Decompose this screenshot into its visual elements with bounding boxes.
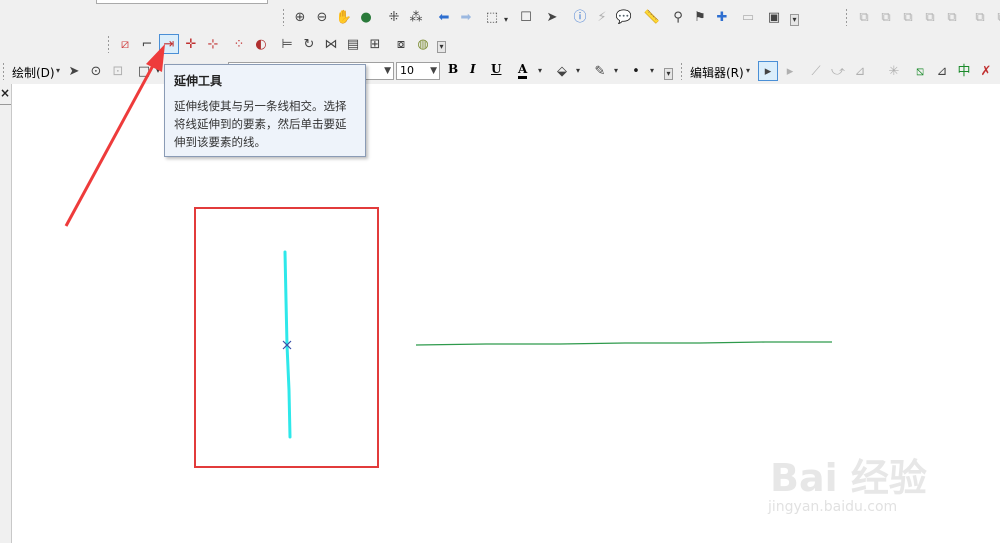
find-route-icon[interactable]: ⚑ [690, 7, 710, 27]
extend-tool-tooltip: 延伸工具 延伸线使其与另一条线相交。选择将线延伸到的要素，然后单击要延伸到该要素… [164, 64, 366, 157]
edit-tool-icon[interactable]: ▸ [758, 61, 778, 81]
fixed-zoom-in-icon[interactable]: ⁜ [384, 7, 404, 27]
trim-tool-icon[interactable]: ✛ [181, 34, 201, 54]
create-viewer-icon[interactable]: ▣ [764, 7, 784, 27]
clear-selection-icon[interactable]: ☐ [516, 7, 536, 27]
select-elements-icon[interactable]: ➤ [542, 7, 562, 27]
underline-button[interactable]: U [491, 62, 501, 76]
trace-icon[interactable]: ⊿ [850, 61, 870, 81]
back-arrow-icon[interactable]: ⬅ [434, 7, 454, 27]
fillet-icon[interactable]: ⌐ [137, 34, 157, 54]
watermark-url: jingyan.baidu.com [768, 499, 898, 515]
toolbar-grip[interactable] [282, 8, 285, 26]
draw-menu-dropdown[interactable]: ▾ [56, 66, 60, 75]
advanced-editing-toolbar: ⧄ ⌐ ⇥ ✛ ⊹ ⁘ ◐ ⊨ ↻ ⋈ ▤ ⊞ ⧇ ◍ ▾ [105, 31, 465, 57]
explode-icon[interactable]: ⁘ [229, 34, 249, 54]
fixed-zoom-out-icon[interactable]: ⁂ [406, 7, 426, 27]
panel-divider [0, 104, 11, 105]
toolbar-overflow[interactable]: ▾ [437, 41, 446, 53]
replace-geometry-icon[interactable]: ▤ [343, 34, 363, 54]
watermark-logo-text: Bai 经验 [770, 456, 927, 500]
generalize-icon[interactable]: ◐ [251, 34, 271, 54]
html-popup-icon[interactable]: 💬 [614, 7, 634, 27]
draw-toolbar: 绘制(D) ▾ ➤ ⊙ ⊡ □ ▾ ▼ 10 ▼ B I U A ▾ ⬙ ▾ ✎… [0, 58, 1000, 84]
disabled-tool-icon: ⧉ [992, 7, 1000, 27]
pan-hand-icon[interactable]: ✋ [334, 7, 354, 27]
forward-arrow-icon[interactable]: ➡ [456, 7, 476, 27]
toolbar-grip[interactable] [107, 35, 110, 53]
disabled-tool-icon: ⧉ [947, 9, 957, 25]
toolbar-overflow[interactable]: ▾ [664, 68, 673, 80]
tooltip-body: 延伸线使其与另一条线相交。选择将线延伸到的要素，然后单击要延伸到该要素的线。 [174, 99, 347, 149]
font-color-dropdown[interactable]: ▾ [538, 66, 542, 75]
line-color-icon[interactable]: ✎ [590, 61, 610, 81]
zoom-to-selected-icon[interactable]: ⊡ [108, 61, 128, 81]
align-to-shape-icon[interactable]: ⋈ [321, 34, 341, 54]
hyperlink-icon[interactable]: ⚡ [592, 7, 612, 27]
copy-features-icon[interactable]: ⧄ [115, 34, 135, 54]
select-elements-icon[interactable]: ➤ [64, 61, 84, 81]
extend-tool-icon[interactable]: ⇥ [159, 34, 179, 54]
baidu-watermark: Bai 经验 jingyan.baidu.com [760, 435, 970, 525]
rectangle-dropdown[interactable]: ▾ [156, 66, 160, 75]
edit-vertices-icon[interactable]: ⧅ [910, 61, 930, 81]
table-of-contents-panel: × [0, 84, 12, 543]
tools-toolbar: ⊕ ⊖ ✋ ● ⁜ ⁂ ⬅ ➡ ⬚ ▾ ☐ ➤ ⓘ ⚡ 💬 📏 ⚲ ⚑ ✚ ▭ … [280, 4, 1000, 30]
select-features-icon[interactable]: ⬚ [482, 7, 502, 27]
close-icon[interactable]: × [0, 86, 10, 100]
toolbar-grip[interactable] [845, 8, 848, 26]
toolbar-area: ⊕ ⊖ ✋ ● ⁜ ⁂ ⬅ ➡ ⬚ ▾ ☐ ➤ ⓘ ⚡ 💬 📏 ⚲ ⚑ ✚ ▭ … [0, 0, 1000, 84]
measure-icon[interactable]: 📏 [642, 7, 662, 27]
construct-geodetic-icon[interactable]: ⊞ [365, 34, 385, 54]
editor-menu-dropdown[interactable]: ▾ [746, 66, 750, 75]
point-icon[interactable]: ✳ [884, 61, 904, 81]
construct-polygons-icon[interactable]: ⧇ [391, 34, 411, 54]
marker-color-icon[interactable]: • [626, 61, 646, 81]
edit-annotation-icon[interactable]: ▸ [780, 61, 800, 81]
time-slider-icon[interactable]: ▭ [738, 7, 758, 27]
disabled-tool-icon: ⧉ [903, 9, 913, 25]
chevron-down-icon: ▼ [430, 66, 437, 76]
bold-button[interactable]: B [448, 62, 458, 76]
disabled-tool-icon: ⧉ [881, 9, 891, 25]
smooth-icon[interactable]: ⊨ [277, 34, 297, 54]
top-combo-edge [96, 0, 268, 4]
font-color-button[interactable]: A [518, 62, 528, 79]
rotate-icon[interactable]: ↻ [299, 34, 319, 54]
font-size-combo[interactable]: 10 ▼ [396, 62, 440, 80]
disabled-tool-icon: ⧉ [925, 9, 935, 25]
straight-segment-icon[interactable]: ⟋ [806, 61, 826, 81]
tooltip-title: 延伸工具 [174, 74, 223, 88]
toolbar-grip[interactable] [2, 62, 5, 80]
full-extent-icon[interactable]: ● [356, 7, 376, 27]
binoculars-icon[interactable]: ⚲ [668, 7, 688, 27]
identify-icon[interactable]: ⓘ [570, 7, 590, 27]
toolbar-grip[interactable] [680, 62, 683, 80]
split-tool-icon[interactable]: ✗ [976, 61, 996, 81]
fill-color-icon[interactable]: ⬙ [552, 61, 572, 81]
fill-color-dropdown[interactable]: ▾ [576, 66, 580, 75]
font-size-value: 10 [400, 64, 414, 77]
line-intersection-icon[interactable]: ⊹ [203, 34, 223, 54]
split-polygons-icon[interactable]: ◍ [413, 34, 433, 54]
rotate-icon[interactable]: ⊙ [86, 61, 106, 81]
toolbar-overflow[interactable]: ▾ [790, 14, 799, 26]
disabled-tool-icon: ⧉ [859, 9, 869, 25]
editor-menu[interactable]: 编辑器(R) [690, 64, 744, 81]
chevron-down-icon: ▼ [384, 66, 391, 76]
reshape-icon[interactable]: ⊿ [932, 61, 952, 81]
line-color-dropdown[interactable]: ▾ [614, 66, 618, 75]
zoom-in-icon[interactable]: ⊕ [290, 7, 310, 27]
go-to-xy-icon[interactable]: ✚ [712, 7, 732, 27]
disabled-tool-icon: ⧉ [975, 9, 985, 25]
end-point-arc-icon[interactable]: ⤻ [828, 61, 848, 81]
rectangle-icon[interactable]: □ [134, 61, 154, 81]
italic-button[interactable]: I [470, 62, 476, 76]
marker-color-dropdown[interactable]: ▾ [650, 66, 654, 75]
select-features-dropdown[interactable]: ▾ [504, 15, 508, 24]
zoom-out-icon[interactable]: ⊖ [312, 7, 332, 27]
cut-polygons-icon[interactable]: 中 [954, 61, 974, 81]
draw-menu[interactable]: 绘制(D) [12, 64, 55, 81]
